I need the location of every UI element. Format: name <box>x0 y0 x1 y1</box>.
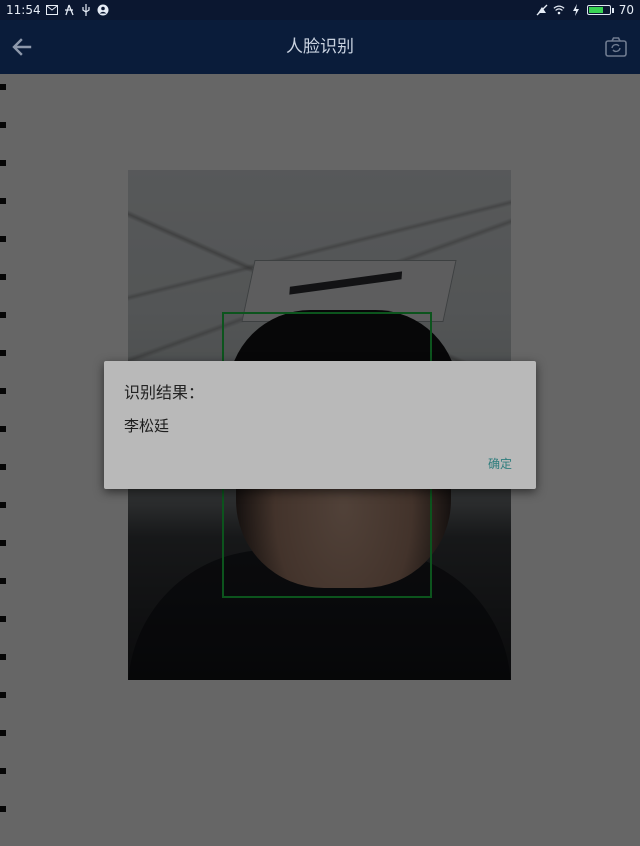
battery-cap <box>611 7 614 13</box>
battery-icon <box>586 5 614 15</box>
status-bar-right: 70 <box>536 3 634 17</box>
dialog-title: 识别结果： <box>124 383 205 402</box>
battery-level: 70 <box>618 3 634 17</box>
battery-fill <box>588 7 603 13</box>
account-icon <box>97 4 109 16</box>
person-icon <box>63 4 75 16</box>
recognized-name: 李松廷 <box>124 417 170 435</box>
wifi-icon <box>553 4 565 16</box>
charging-icon <box>570 4 582 16</box>
recognition-result-dialog: 识别结果： 李松廷 确定 <box>104 361 536 489</box>
switch-camera-icon[interactable] <box>604 35 628 59</box>
silent-icon <box>536 4 548 16</box>
mail-icon <box>45 4 58 16</box>
status-bar-left: 11:54 <box>6 3 109 17</box>
status-bar: 11:54 70 <box>0 0 640 20</box>
status-time: 11:54 <box>6 3 41 17</box>
battery-outline <box>586 5 611 15</box>
page-title: 人脸识别 <box>286 37 354 57</box>
confirm-button[interactable]: 确定 <box>488 455 512 472</box>
app-toolbar: 人脸识别 <box>0 20 640 74</box>
usb-icon <box>80 4 92 16</box>
